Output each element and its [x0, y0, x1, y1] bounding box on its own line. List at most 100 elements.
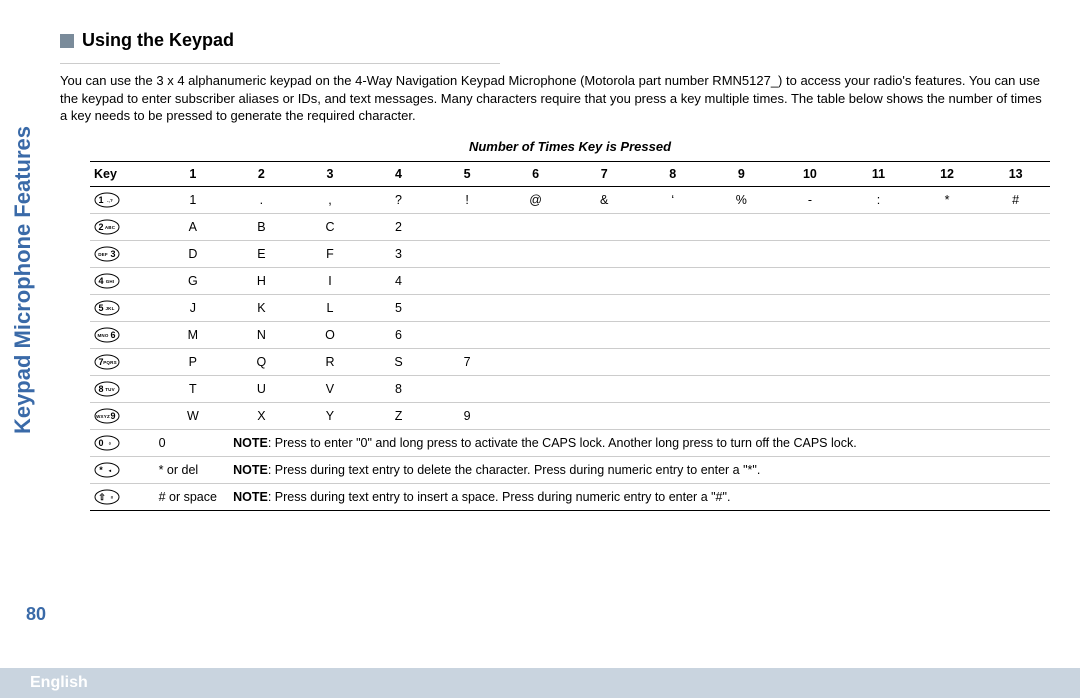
char-cell: 0	[159, 430, 228, 456]
char-cell: T	[159, 376, 228, 402]
col-header: 11	[844, 162, 913, 186]
char-cell: :	[844, 187, 913, 213]
char-cell	[570, 376, 639, 402]
key-icon-cell: 0◊	[90, 430, 159, 456]
table-title-row: Number of Times Key is Pressed	[90, 139, 1050, 161]
col-header: 6	[501, 162, 570, 186]
table-row: ⇧## or spaceNOTE: Press during text entr…	[90, 484, 1050, 510]
char-cell: H	[227, 268, 296, 294]
svg-text:2: 2	[98, 222, 103, 232]
char-cell: .	[227, 187, 296, 213]
char-cell	[433, 322, 502, 348]
table-head: Key 12345678910111213	[90, 162, 1050, 186]
svg-text:JKL: JKL	[105, 306, 114, 311]
char-cell: !	[433, 187, 502, 213]
char-cell: 6	[364, 322, 433, 348]
char-cell: O	[296, 322, 365, 348]
char-cell	[433, 268, 502, 294]
char-cell	[981, 322, 1050, 348]
table-header-row: Key 12345678910111213	[90, 162, 1050, 186]
char-cell	[913, 322, 982, 348]
table-row: *◂* or delNOTE: Press during text entry …	[90, 457, 1050, 483]
char-cell	[501, 295, 570, 321]
char-cell	[913, 349, 982, 375]
char-cell	[776, 322, 845, 348]
note-text: : Press during text entry to delete the …	[268, 463, 760, 477]
char-cell	[844, 295, 913, 321]
char-cell	[433, 241, 502, 267]
table-row: 2ABCABC2	[90, 214, 1050, 240]
char-cell	[707, 376, 776, 402]
char-cell: *	[913, 187, 982, 213]
table-title: Number of Times Key is Pressed	[469, 139, 671, 154]
col-header: 9	[707, 162, 776, 186]
char-cell	[570, 241, 639, 267]
char-cell	[776, 268, 845, 294]
char-cell: 1	[159, 187, 228, 213]
svg-text:PQRS: PQRS	[103, 360, 117, 365]
char-cell: E	[227, 241, 296, 267]
col-header: 2	[227, 162, 296, 186]
char-cell: S	[364, 349, 433, 375]
char-cell: ?	[364, 187, 433, 213]
svg-text:6: 6	[110, 330, 115, 340]
col-header: 12	[913, 162, 982, 186]
col-header: 3	[296, 162, 365, 186]
char-cell	[776, 376, 845, 402]
char-cell	[707, 268, 776, 294]
char-cell: Y	[296, 403, 365, 429]
char-cell	[913, 295, 982, 321]
char-cell	[433, 295, 502, 321]
key-icon-cell: 4GHI	[90, 268, 159, 294]
char-cell: X	[227, 403, 296, 429]
char-cell	[981, 295, 1050, 321]
char-cell: #	[981, 187, 1050, 213]
table-body: 1.,?1.,?!@&‘%-:*#2ABCABC2DEF3DEF34GHIGHI…	[90, 186, 1050, 510]
char-cell: ,	[296, 187, 365, 213]
char-cell	[707, 322, 776, 348]
char-cell: 3	[364, 241, 433, 267]
char-cell	[981, 403, 1050, 429]
char-cell: Q	[227, 349, 296, 375]
key-icon-cell: 5JKL	[90, 295, 159, 321]
char-cell	[844, 376, 913, 402]
char-cell	[501, 376, 570, 402]
char-cell: D	[159, 241, 228, 267]
char-cell: U	[227, 376, 296, 402]
svg-text:WXYZ: WXYZ	[96, 414, 110, 419]
keypad-table: Key 12345678910111213 1.,?1.,?!@&‘%-:*#2…	[90, 162, 1050, 510]
char-cell: -	[776, 187, 845, 213]
char-cell: &	[570, 187, 639, 213]
char-cell	[639, 322, 708, 348]
char-cell: 7	[433, 349, 502, 375]
svg-text:MNO: MNO	[97, 333, 108, 338]
sidebar-section-label: Keypad Microphone Features	[10, 90, 36, 470]
char-cell	[981, 214, 1050, 240]
char-cell	[707, 241, 776, 267]
char-cell	[981, 349, 1050, 375]
note-cell: NOTE: Press during text entry to insert …	[227, 484, 1050, 510]
note-text: : Press to enter "0" and long press to a…	[268, 436, 857, 450]
col-header: 8	[639, 162, 708, 186]
col-header: 7	[570, 162, 639, 186]
note-label: NOTE	[233, 490, 268, 504]
svg-text:ABC: ABC	[105, 225, 116, 230]
char-cell	[639, 268, 708, 294]
char-cell	[570, 349, 639, 375]
char-cell: ‘	[639, 187, 708, 213]
char-cell: B	[227, 214, 296, 240]
keypad-table-wrap: Number of Times Key is Pressed Key 12345…	[90, 139, 1050, 511]
key-header-cell: Key	[90, 162, 159, 186]
key-icon-cell: WXYZ9	[90, 403, 159, 429]
col-header: 10	[776, 162, 845, 186]
table-row: MNO6MNO6	[90, 322, 1050, 348]
char-cell	[501, 403, 570, 429]
table-row: 1.,?1.,?!@&‘%-:*#	[90, 187, 1050, 213]
char-cell: F	[296, 241, 365, 267]
char-cell: J	[159, 295, 228, 321]
char-cell	[913, 403, 982, 429]
key-icon-cell: 7PQRS	[90, 349, 159, 375]
char-cell	[776, 295, 845, 321]
svg-text:5: 5	[98, 303, 103, 313]
char-cell: * or del	[159, 457, 228, 483]
